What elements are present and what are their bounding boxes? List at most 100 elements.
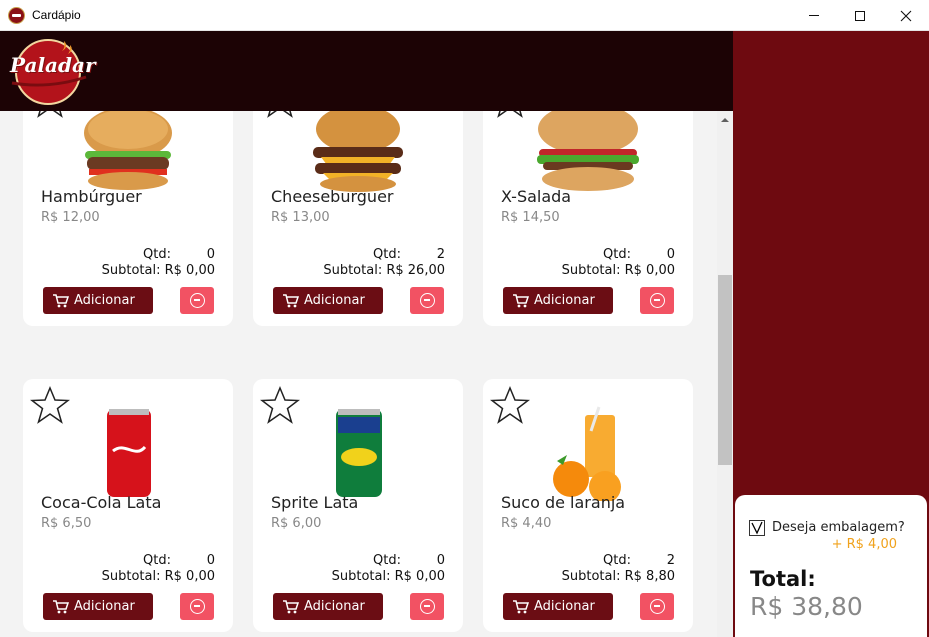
- scroll-thumb[interactable]: [718, 275, 732, 465]
- minus-circle-icon: [419, 293, 435, 308]
- minus-circle-icon: [189, 599, 205, 614]
- quantity-value: 0: [206, 247, 215, 262]
- remove-item-button[interactable]: [640, 287, 674, 314]
- minus-circle-icon: [649, 599, 665, 614]
- favorite-star-icon[interactable]: [490, 111, 530, 118]
- title-bar: Cardápio: [0, 0, 929, 31]
- quantity-label: Qtd:: [373, 553, 401, 568]
- app-header: Paladar: [0, 31, 733, 111]
- vertical-scrollbar[interactable]: [717, 111, 733, 637]
- order-side-panel: Deseja embalagem? + R$ 4,00 Total: R$ 38…: [733, 31, 929, 637]
- orange-juice-image: [553, 406, 621, 501]
- add-button-label: Adicionar: [74, 599, 135, 614]
- product-card: Hambúrguer R$ 12,00 Qtd: 0 Subtotal: R$ 0,00…: [23, 111, 233, 326]
- product-name: Suco de laranja: [501, 493, 626, 512]
- minus-circle-icon: [189, 293, 205, 308]
- add-to-cart-button[interactable]: Adicionar: [43, 593, 153, 620]
- minimize-button[interactable]: [791, 0, 837, 31]
- favorite-star-icon[interactable]: [30, 111, 70, 118]
- window-title: Cardápio: [32, 8, 81, 22]
- subtotal-label: Subtotal:: [561, 569, 621, 584]
- remove-item-button[interactable]: [640, 593, 674, 620]
- add-button-label: Adicionar: [534, 599, 595, 614]
- product-name: X-Salada: [501, 187, 572, 206]
- quantity-value: 0: [666, 247, 675, 262]
- product-name: Coca-Cola Lata: [41, 493, 162, 512]
- product-price: R$ 4,40: [501, 516, 552, 531]
- subtotal-value: R$ 26,00: [386, 263, 445, 278]
- coca-cola-can-image: [107, 409, 151, 497]
- product-price: R$ 12,00: [41, 210, 100, 225]
- quantity-value: 2: [436, 247, 445, 262]
- cart-icon: [283, 599, 304, 614]
- add-button-label: Adicionar: [304, 599, 365, 614]
- favorite-star-icon[interactable]: [260, 111, 300, 118]
- favorite-star-icon[interactable]: [29, 386, 71, 424]
- minimize-icon: [809, 15, 819, 16]
- product-name: Cheeseburguer: [271, 187, 394, 206]
- close-icon: [900, 10, 912, 21]
- add-button-label: Adicionar: [304, 293, 365, 308]
- checkmark-icon: [751, 521, 763, 535]
- packaging-label: Deseja embalagem?: [772, 520, 905, 535]
- add-button-label: Adicionar: [534, 293, 595, 308]
- quantity-label: Qtd:: [603, 553, 631, 568]
- quantity-value: 0: [436, 553, 445, 568]
- total-value: R$ 38,80: [750, 592, 863, 621]
- add-to-cart-button[interactable]: Adicionar: [273, 287, 383, 314]
- product-grid: Hambúrguer R$ 12,00 Qtd: 0 Subtotal: R$ 0,00…: [0, 111, 717, 637]
- product-name: Hambúrguer: [41, 187, 142, 206]
- remove-item-button[interactable]: [410, 287, 444, 314]
- packaging-checkbox[interactable]: [749, 520, 765, 536]
- add-to-cart-button[interactable]: Adicionar: [503, 593, 613, 620]
- subtotal-value: R$ 0,00: [624, 263, 675, 278]
- total-label: Total:: [750, 567, 816, 591]
- product-card: Suco de laranja R$ 4,40 Qtd: 2 Subtotal: R$ …: [483, 379, 693, 632]
- subtotal-value: R$ 8,80: [624, 569, 675, 584]
- product-card: Coca-Cola Lata R$ 6,50 Qtd: 0 Subtotal: R$ 0…: [23, 379, 233, 632]
- product-price: R$ 6,50: [41, 516, 92, 531]
- remove-item-button[interactable]: [180, 287, 214, 314]
- packaging-price: + R$ 4,00: [831, 537, 897, 552]
- scroll-up-arrow-icon[interactable]: [717, 111, 733, 128]
- subtotal-label: Subtotal:: [101, 569, 161, 584]
- sprite-can-image: [336, 409, 382, 497]
- cart-icon: [283, 293, 304, 308]
- product-card: X-Salada R$ 14,50 Qtd: 0 Subtotal: R$ 0,00 Ad…: [483, 111, 693, 326]
- add-to-cart-button[interactable]: Adicionar: [43, 287, 153, 314]
- cheeseburger-image: [313, 111, 403, 192]
- cart-icon: [53, 293, 74, 308]
- subtotal-row: Subtotal: R$ 0,00: [562, 263, 675, 278]
- favorite-star-icon[interactable]: [259, 386, 301, 424]
- product-price: R$ 6,00: [271, 516, 322, 531]
- minus-circle-icon: [649, 293, 665, 308]
- maximize-icon: [855, 10, 865, 21]
- quantity-label: Qtd:: [373, 247, 401, 262]
- add-to-cart-button[interactable]: Adicionar: [503, 287, 613, 314]
- quantity-value: 0: [206, 553, 215, 568]
- logo-text: Paladar: [10, 53, 96, 77]
- maximize-button[interactable]: [837, 0, 883, 31]
- quantity-value: 2: [666, 553, 675, 568]
- subtotal-label: Subtotal:: [331, 569, 391, 584]
- subtotal-row: Subtotal: R$ 0,00: [102, 569, 215, 584]
- remove-item-button[interactable]: [410, 593, 444, 620]
- close-button[interactable]: [883, 0, 929, 31]
- subtotal-label: Subtotal:: [561, 263, 621, 278]
- subtotal-row: Subtotal: R$ 26,00: [323, 263, 445, 278]
- favorite-star-icon[interactable]: [489, 386, 531, 424]
- app-window: Cardápio Paladar Hambúrguer R$ 12,00 Qtd: 0…: [0, 0, 929, 637]
- product-name: Sprite Lata: [271, 493, 359, 512]
- add-button-label: Adicionar: [74, 293, 135, 308]
- add-to-cart-button[interactable]: Adicionar: [273, 593, 383, 620]
- product-card: Sprite Lata R$ 6,00 Qtd: 0 Subtotal: R$ 0,00…: [253, 379, 463, 632]
- subtotal-label: Subtotal:: [323, 263, 383, 278]
- product-card: Cheeseburguer R$ 13,00 Qtd: 2 Subtotal: R$ 2…: [253, 111, 463, 326]
- cart-icon: [53, 599, 74, 614]
- hamburger-image: [84, 111, 172, 190]
- subtotal-value: R$ 0,00: [164, 263, 215, 278]
- remove-item-button[interactable]: [180, 593, 214, 620]
- app-icon: [8, 7, 25, 24]
- order-summary: Deseja embalagem? + R$ 4,00 Total: R$ 38…: [735, 495, 927, 637]
- subtotal-row: Subtotal: R$ 0,00: [102, 263, 215, 278]
